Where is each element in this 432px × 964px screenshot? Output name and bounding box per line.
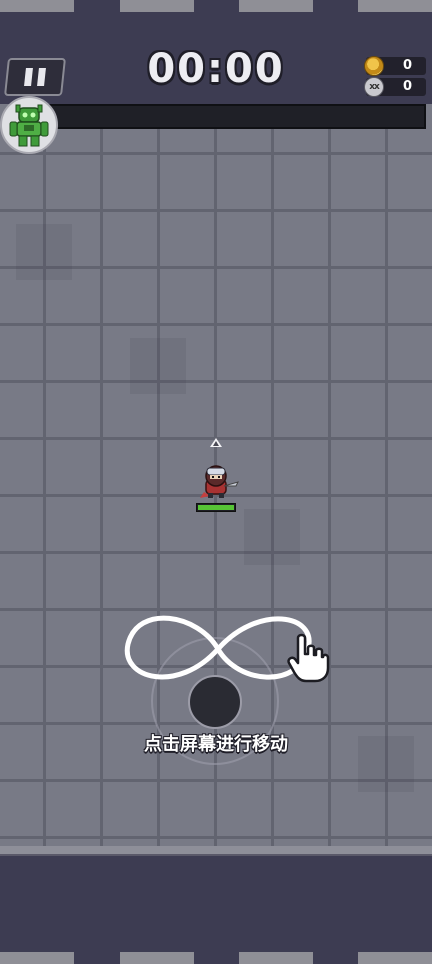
green-robot-icon xyxy=(9,104,49,147)
kill-count: 0 xyxy=(402,79,412,94)
pointing-hand-icon xyxy=(287,633,330,683)
top-tab-2 xyxy=(120,0,194,12)
coin-counter: 0 xyxy=(364,56,426,76)
pause-icon xyxy=(24,68,33,86)
movement-hint: 点击屏幕进行移动 xyxy=(144,734,288,755)
kill-counter: xx 0 xyxy=(364,77,426,97)
player-character xyxy=(196,462,244,502)
bottom-tab-2 xyxy=(120,952,194,964)
direction-arrow-icon xyxy=(210,438,222,447)
coin-count: 0 xyxy=(402,58,412,73)
player-health-fill xyxy=(198,505,234,510)
arena-edge-line xyxy=(0,854,432,856)
floor-shade xyxy=(244,509,300,565)
coin-icon xyxy=(364,56,384,76)
bottom-tab-3 xyxy=(239,952,313,964)
ninja-icon xyxy=(200,465,239,498)
player-health-bar xyxy=(196,503,236,512)
bottom-tab-1 xyxy=(0,952,74,964)
bottom-tab-4 xyxy=(358,952,432,964)
top-tab-3 xyxy=(239,0,313,12)
pause-icon-bar xyxy=(37,68,46,86)
top-tab-1 xyxy=(0,0,74,12)
skull-icon: xx xyxy=(364,77,384,97)
game-timer: 00:00 xyxy=(147,46,285,92)
experience-bar xyxy=(28,104,426,129)
floor-shade xyxy=(130,338,186,394)
arena-edge xyxy=(0,846,432,854)
floor-shade xyxy=(16,224,72,280)
top-tab-4 xyxy=(358,0,432,12)
character-avatar[interactable] xyxy=(0,96,58,154)
pause-button[interactable] xyxy=(4,58,66,96)
